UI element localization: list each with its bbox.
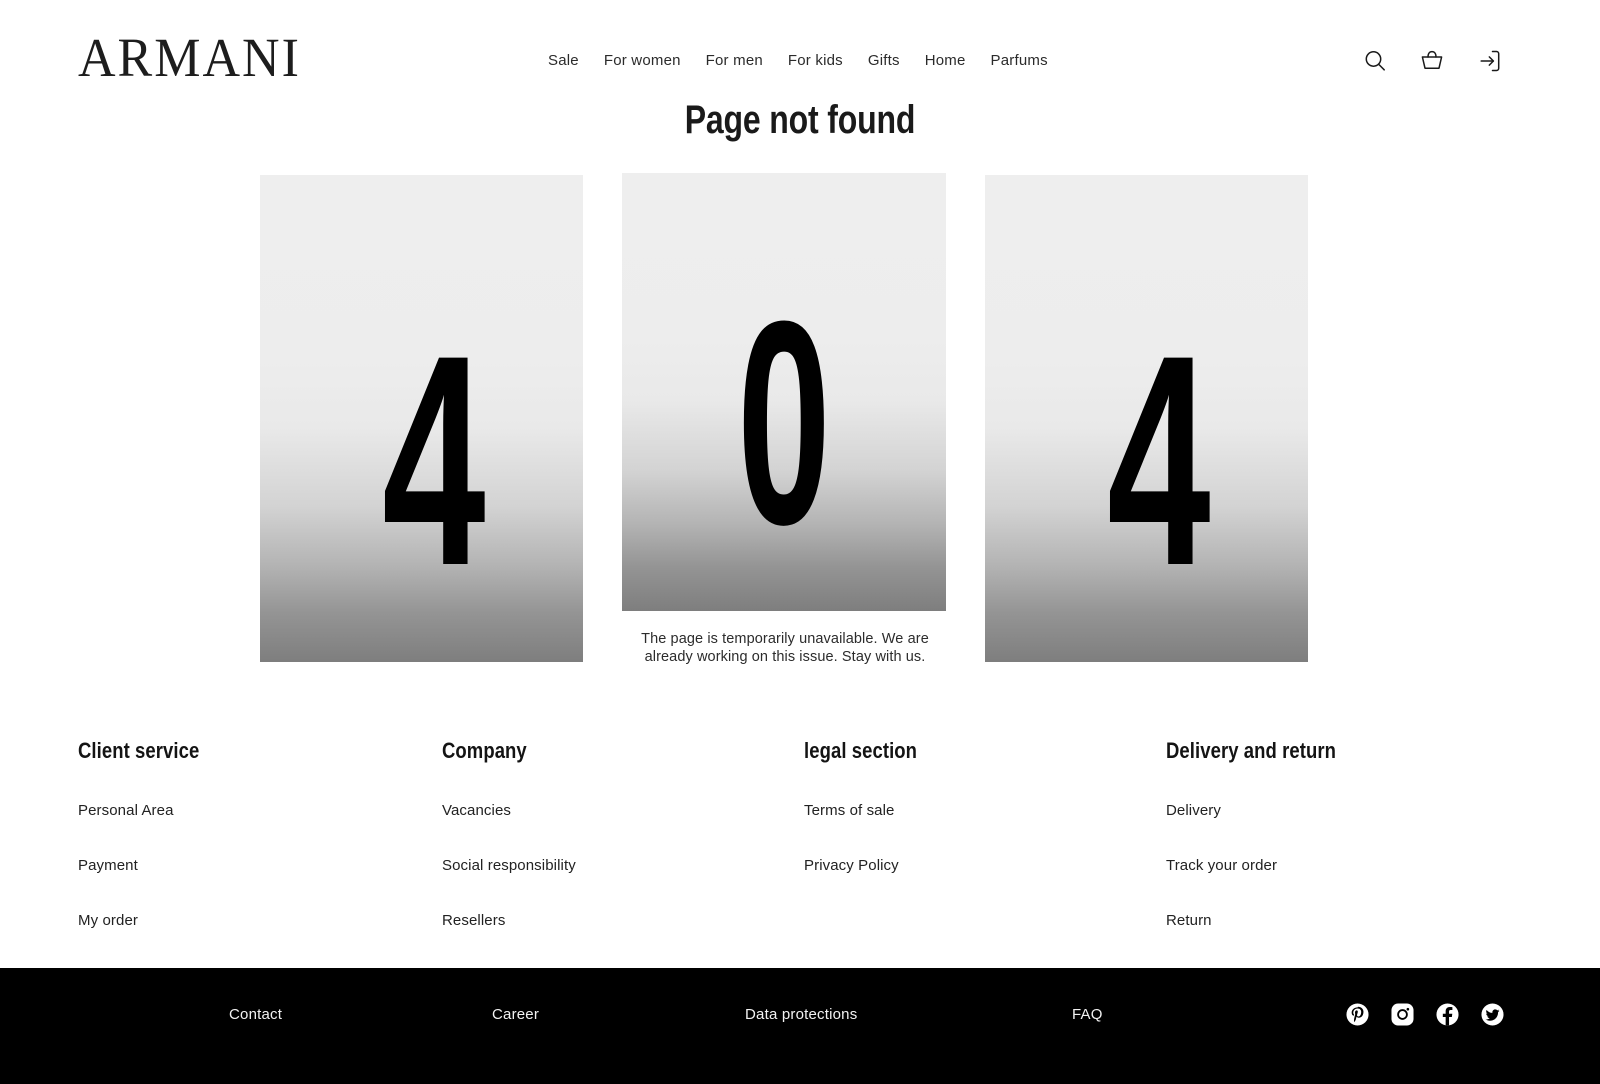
footer-column-delivery-and-return: Delivery and return Delivery Track your … <box>1166 738 1368 929</box>
error-caption: The page is temporarily unavailable. We … <box>641 631 929 666</box>
digit-panel-last: 4 <box>985 175 1308 662</box>
footer-column-legal-section: legal section Terms of sale Privacy Poli… <box>804 738 939 874</box>
digit-0-middle: 0 <box>737 261 831 585</box>
bottom-link-faq[interactable]: FAQ <box>1072 1006 1103 1023</box>
footer-link-return[interactable]: Return <box>1166 912 1368 929</box>
footer-link-delivery[interactable]: Delivery <box>1166 802 1368 819</box>
instagram-icon[interactable] <box>1391 1003 1414 1026</box>
footer-link-columns: Client service Personal Area Payment My … <box>0 738 1600 968</box>
bottom-bar-links: Contact Career Data protections FAQ <box>0 0 1600 1023</box>
footer-heading-delivery-and-return: Delivery and return <box>1166 738 1337 763</box>
bottom-link-contact[interactable]: Contact <box>229 1006 282 1023</box>
footer-link-payment[interactable]: Payment <box>78 857 222 874</box>
bottom-link-data-protections[interactable]: Data protections <box>745 1006 857 1023</box>
twitter-icon[interactable] <box>1481 1003 1504 1026</box>
bottom-bar <box>0 968 1600 1084</box>
facebook-icon[interactable] <box>1436 1003 1459 1026</box>
footer-link-personal-area[interactable]: Personal Area <box>78 802 222 819</box>
footer-link-track-your-order[interactable]: Track your order <box>1166 857 1368 874</box>
digit-panel-first: 4 <box>260 175 583 662</box>
footer-column-client-service: Client service Personal Area Payment My … <box>78 738 222 929</box>
digit-4-last: 4 <box>1107 292 1211 628</box>
footer-heading-client-service: Client service <box>78 738 200 763</box>
digit-4-first: 4 <box>382 292 486 628</box>
footer-link-resellers[interactable]: Resellers <box>442 912 576 929</box>
bottom-link-career[interactable]: Career <box>492 1006 539 1023</box>
footer-link-terms-of-sale[interactable]: Terms of sale <box>804 802 939 819</box>
footer-column-company: Company Vacancies Social responsibility … <box>442 738 576 929</box>
footer-link-vacancies[interactable]: Vacancies <box>442 802 576 819</box>
footer-heading-company: Company <box>442 738 527 763</box>
pinterest-icon[interactable] <box>1346 1003 1369 1026</box>
footer-heading-legal-section: legal section <box>804 738 918 763</box>
footer-link-social-responsibility[interactable]: Social responsibility <box>442 857 576 874</box>
digit-panel-middle: 0 <box>622 173 946 611</box>
footer-link-my-order[interactable]: My order <box>78 912 222 929</box>
footer-link-privacy-policy[interactable]: Privacy Policy <box>804 857 939 874</box>
social-icon-group <box>1346 1003 1504 1026</box>
